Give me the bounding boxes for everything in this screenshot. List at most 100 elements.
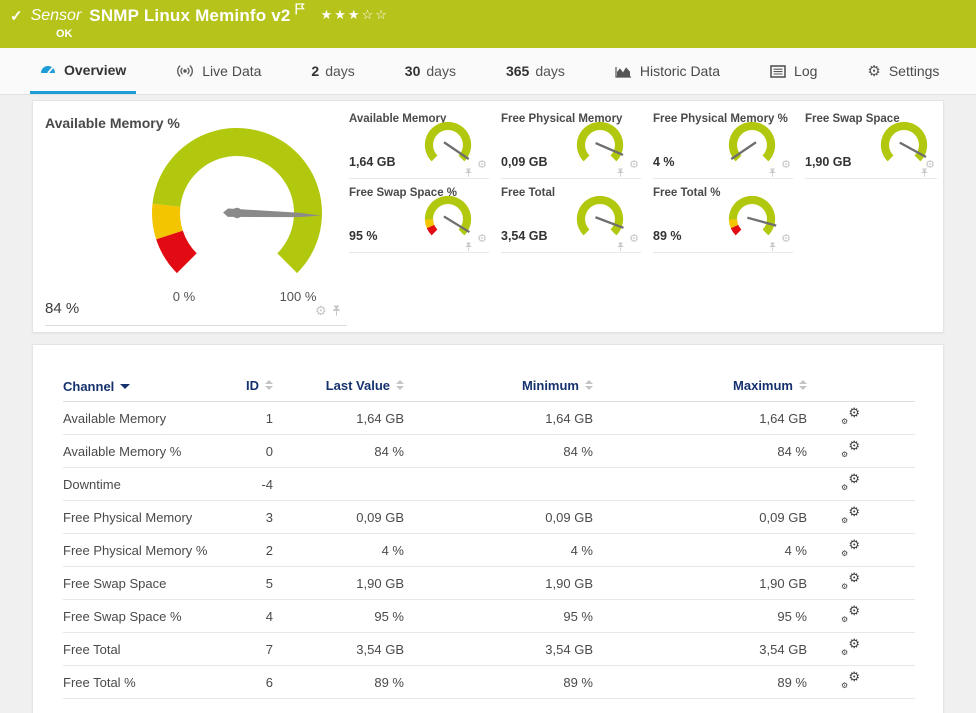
channel-settings-icon[interactable]: ⚙ ⚙	[841, 604, 860, 624]
small-gauge-svg	[728, 121, 776, 162]
tab-live-data[interactable]: Live Data	[166, 48, 271, 94]
pin-icon[interactable]	[768, 168, 777, 178]
channel-settings-icon[interactable]: ⚙ ⚙	[841, 404, 860, 426]
column-header-id[interactable]: ID	[213, 373, 273, 403]
gear-icon: ⚙	[841, 548, 849, 558]
pin-icon[interactable]	[616, 168, 625, 178]
small-gauge-free-physical-memory: Free Physical Memory 0,09 GB ⚙	[501, 109, 641, 179]
gear-icon: ⚙	[841, 614, 849, 624]
cell-maximum: 1,64 GB	[593, 401, 807, 436]
cell-minimum: 4 %	[404, 533, 593, 568]
small-gauge-free-swap-space-pct: Free Swap Space % 95 % ⚙	[349, 183, 489, 253]
channel-settings-icon[interactable]: ⚙ ⚙	[841, 505, 860, 525]
pin-icon[interactable]	[464, 242, 473, 252]
cell-last-value: 1,90 GB	[273, 566, 404, 601]
small-gauge-svg	[576, 121, 624, 162]
gear-icon[interactable]: ⚙	[315, 304, 327, 317]
cell-maximum: 0,09 GB	[593, 500, 807, 535]
column-header-last-value[interactable]: Last Value	[273, 373, 404, 403]
tab-30-days[interactable]: 30 days	[395, 48, 466, 94]
column-header-maximum[interactable]: Maximum	[593, 373, 807, 403]
cell-actions: ⚙ ⚙	[807, 632, 915, 667]
small-gauge-free-physical-memory-pct: Free Physical Memory % 4 % ⚙	[653, 109, 793, 179]
column-header-minimum[interactable]: Minimum	[404, 373, 593, 403]
table-row: Free Total 7 3,54 GB 3,54 GB 3,54 GB ⚙ ⚙	[63, 632, 915, 667]
table-header-row: Channel ID Last Value Minimum Maximum	[63, 373, 915, 403]
channel-settings-icon[interactable]: ⚙ ⚙	[841, 571, 860, 591]
cell-channel: Free Physical Memory	[63, 500, 213, 535]
tab-label: days	[535, 63, 565, 79]
cell-last-value: 3,54 GB	[273, 632, 404, 667]
pin-icon[interactable]	[768, 242, 777, 252]
settings-gear-icon: ⚙	[867, 62, 881, 80]
cell-last-value: 84 %	[273, 434, 404, 469]
cell-minimum: 3,54 GB	[404, 632, 593, 667]
status-badge: OK	[56, 28, 73, 40]
gauge-scale-min-label: 0 %	[172, 289, 196, 304]
channel-settings-icon[interactable]: ⚙ ⚙	[841, 472, 860, 492]
cell-channel: Free Total	[63, 632, 213, 667]
table-row: Free Swap Space 5 1,90 GB 1,90 GB 1,90 G…	[63, 566, 915, 601]
gear-icon: ⚙	[841, 581, 849, 591]
small-gauge-actions: ⚙	[617, 160, 639, 178]
cell-minimum: 95 %	[404, 599, 593, 634]
small-gauge-value: 1,64 GB	[349, 155, 396, 169]
gear-icon: ⚙	[848, 635, 860, 651]
gear-icon[interactable]: ⚙	[781, 160, 791, 171]
cell-channel: Free Total %	[63, 665, 213, 700]
gauge-icon	[41, 66, 55, 74]
cell-channel: Free Physical Memory %	[63, 533, 213, 568]
prtg-sensor-page: ✓ Sensor SNMP Linux Meminfo v2 ★★★☆☆ OK …	[0, 0, 976, 713]
pin-icon[interactable]	[331, 305, 342, 317]
cell-id: 4	[213, 599, 273, 634]
rating-stars[interactable]: ★★★☆☆	[321, 7, 389, 23]
gear-icon[interactable]: ⚙	[781, 234, 791, 245]
table-row: Free Total % 6 89 % 89 % 89 % ⚙ ⚙	[63, 665, 915, 700]
cell-id: 5	[213, 566, 273, 601]
channel-settings-icon[interactable]: ⚙ ⚙	[841, 538, 860, 558]
cell-id: -4	[213, 467, 273, 502]
small-gauge-actions: ⚙	[921, 160, 935, 178]
cell-id: 0	[213, 434, 273, 469]
tab-label: Log	[794, 63, 818, 79]
tab-overview[interactable]: Overview	[30, 48, 137, 94]
pin-icon[interactable]	[464, 168, 473, 178]
tab-365-days[interactable]: 365 days	[496, 48, 575, 94]
sort-icon	[799, 376, 807, 394]
column-header-actions	[807, 373, 915, 403]
cell-id: 3	[213, 500, 273, 535]
tab-settings[interactable]: ⚙ Settings	[857, 48, 949, 94]
tab-historic-data[interactable]: Historic Data	[605, 48, 730, 94]
column-header-channel[interactable]: Channel	[63, 373, 213, 403]
cell-minimum: 84 %	[404, 434, 593, 469]
cell-last-value: 4 %	[273, 533, 404, 568]
cell-maximum	[593, 467, 807, 502]
cell-id: 1	[213, 401, 273, 436]
small-gauge-available-memory: Available Memory 1,64 GB ⚙	[349, 109, 489, 179]
tab-log[interactable]: Log	[760, 48, 827, 94]
channel-settings-icon[interactable]: ⚙ ⚙	[841, 635, 860, 657]
channel-settings-icon[interactable]: ⚙ ⚙	[841, 670, 860, 690]
live-data-icon	[177, 65, 194, 77]
cell-minimum	[404, 467, 593, 502]
gear-icon[interactable]: ⚙	[477, 160, 487, 171]
cell-channel: Available Memory %	[63, 434, 213, 469]
gear-icon: ⚙	[848, 404, 860, 420]
cell-actions: ⚙ ⚙	[807, 401, 915, 436]
gear-icon[interactable]: ⚙	[629, 234, 639, 245]
channel-settings-icon[interactable]: ⚙ ⚙	[841, 439, 860, 459]
gear-icon[interactable]: ⚙	[477, 234, 487, 245]
pin-icon[interactable]	[920, 168, 929, 178]
sensor-status-bar: ✓ Sensor SNMP Linux Meminfo v2 ★★★☆☆ OK	[0, 0, 976, 48]
flag-icon[interactable]	[295, 2, 305, 20]
small-gauge-free-swap-space: Free Swap Space 1,90 GB ⚙	[805, 109, 937, 179]
tab-2-days[interactable]: 2 days	[301, 48, 364, 94]
table-row: Available Memory % 0 84 % 84 % 84 % ⚙ ⚙	[63, 434, 915, 469]
gear-icon[interactable]: ⚙	[629, 160, 639, 171]
gear-icon: ⚙	[841, 515, 849, 525]
cell-last-value: 0,09 GB	[273, 500, 404, 535]
stars-filled: ★★★	[320, 7, 362, 22]
gear-icon: ⚙	[841, 647, 849, 657]
pin-icon[interactable]	[616, 242, 625, 252]
cell-last-value: 89 %	[273, 665, 404, 700]
